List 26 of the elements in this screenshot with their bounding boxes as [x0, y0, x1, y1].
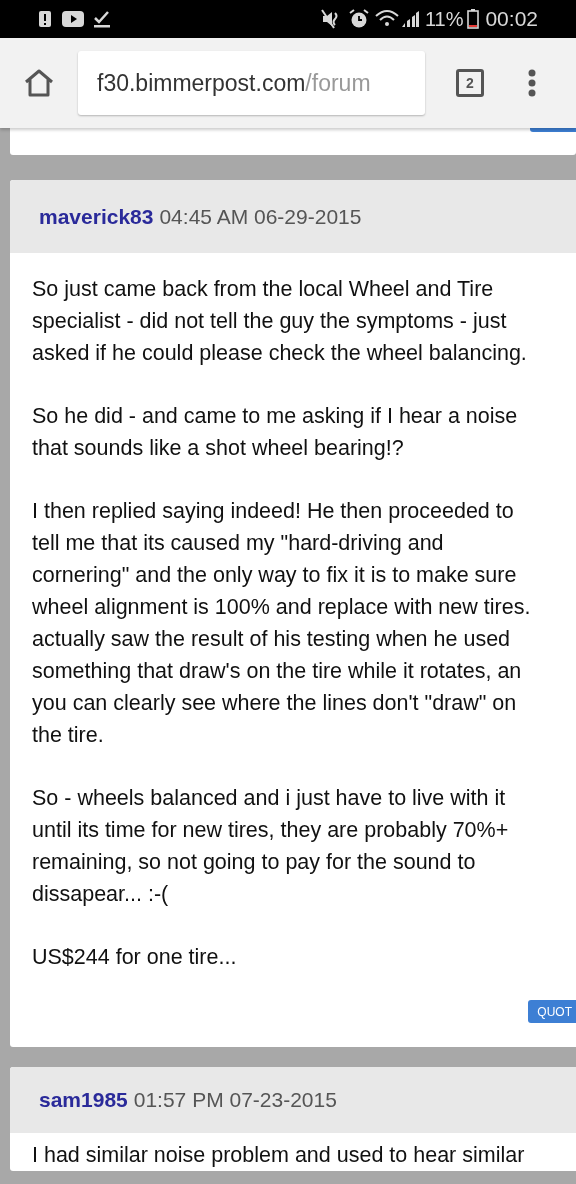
home-icon: [24, 69, 54, 97]
post-paragraph: So - wheels balanced and i just have to live with it until its time for new tires, they are probably 70%+ remaining, so not going to pay for the sound to dissapear... :-(: [32, 785, 509, 908]
clock-time: 00:02: [485, 6, 538, 33]
battery-icon: [467, 9, 480, 29]
signal-icon: [400, 10, 419, 28]
post-timestamp: 01:57 PM 07-23-2015: [133, 1087, 337, 1114]
video-icon: [62, 11, 84, 27]
username-link[interactable]: maverick83: [39, 200, 154, 233]
alert-icon: [38, 10, 52, 28]
menu-icon: [528, 69, 536, 97]
post-paragraph: US$244 for one tire...: [32, 944, 237, 971]
post-timestamp: 04:45 AM 06-29-2015: [159, 203, 362, 230]
post-paragraph: I then replied saying indeed! He then proceeded to tell me that its caused my "hard-driving and cornering" and the only way to fix it is to make sure wheel alignment is 100% and replace with new tires. actually saw the result of his testing when he used something that draw's on the tire while it rotates, an you can clearly see where the lines don't "draw" on the tire.: [32, 498, 531, 749]
wifi-icon: [374, 9, 399, 29]
username-link[interactable]: sam1985: [39, 1084, 128, 1116]
url-host: f30.bimmerpost.com: [97, 68, 306, 98]
post-paragraph: So he did - and came to me asking if I hear a noise that sounds like a shot wheel bearing!?: [32, 403, 518, 462]
tab-count-button[interactable]: 2: [456, 69, 484, 97]
url-path: /forum: [305, 68, 371, 98]
post-paragraph: So just came back from the local Wheel and Tire specialist - did not tell the guy the symptoms - just asked if he could please check the wheel balancing.: [32, 276, 527, 367]
quote-button[interactable]: QUOT: [528, 1000, 576, 1023]
url-field[interactable]: f30.bimmerpost.com/forum: [78, 51, 425, 115]
post-paragraph: I had similar noise problem and used to hear similar: [32, 1142, 525, 1169]
check-icon: [94, 10, 110, 28]
alarm-icon: [348, 9, 369, 29]
battery-percent: 11%: [424, 7, 464, 32]
